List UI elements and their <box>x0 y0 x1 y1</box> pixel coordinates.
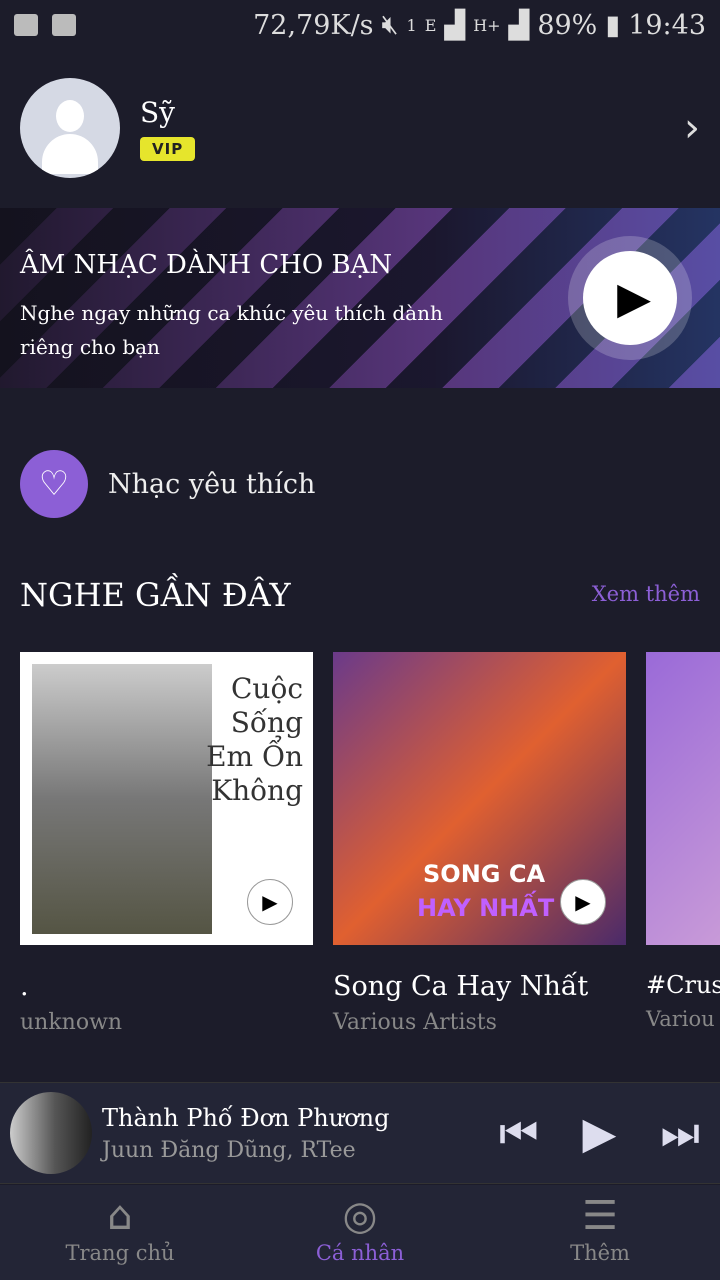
nav-label: Cá nhân <box>315 1241 405 1265</box>
play-icon[interactable]: ▶ <box>583 1108 617 1159</box>
status-bar: 72,79K/s 🔇︎ 1 E ▟ H+ ▟ 89% ▮ 19:43 <box>0 0 720 50</box>
now-playing-art <box>10 1092 92 1174</box>
recent-card[interactable]: #Crus Variou <box>646 652 720 1031</box>
nav-label: Trang chủ <box>65 1241 175 1265</box>
chevron-right-icon[interactable]: › <box>684 105 700 151</box>
for-you-banner[interactable]: ÂM NHẠC DÀNH CHO BẠN Nghe ngay những ca … <box>0 208 720 388</box>
bottom-nav: ⌂ Trang chủ ◎ Cá nhân ☰ Thêm <box>0 1185 720 1280</box>
card-artist: Variou <box>646 1007 715 1031</box>
nav-home[interactable]: ⌂ Trang chủ <box>0 1185 240 1280</box>
network-speed: 72,79K/s <box>253 9 374 41</box>
card-artist: unknown <box>20 1010 123 1035</box>
clock: 19:43 <box>628 9 706 41</box>
signal-icon: ▟ <box>444 9 466 41</box>
heart-icon: ♡ <box>20 450 88 518</box>
user-circle-icon: ◎ <box>342 1193 378 1239</box>
now-playing-title: Thành Phố Đơn Phương <box>102 1103 390 1132</box>
previous-icon[interactable]: ⏮ <box>499 1108 539 1159</box>
next-icon[interactable]: ⏭ <box>660 1108 700 1159</box>
sim-indicator: 1 <box>406 15 417 35</box>
banner-title: ÂM NHẠC DÀNH CHO BẠN <box>20 250 393 280</box>
recent-card[interactable]: SONG CA HAY NHẤT ▶ Song Ca Hay Nhất Vari… <box>333 652 626 1035</box>
profile-name: Sỹ <box>140 95 175 129</box>
banner-play-button[interactable]: ▶ <box>568 236 692 360</box>
avatar[interactable] <box>20 78 120 178</box>
recent-card[interactable]: Cuộc Sống Em Ổn Không ▶ . unknown <box>20 652 313 1035</box>
mute-icon: 🔇︎ <box>381 9 399 40</box>
vip-badge: VIP <box>140 136 196 161</box>
nav-more[interactable]: ☰ Thêm <box>480 1185 720 1280</box>
album-art: SONG CA HAY NHẤT ▶ <box>333 652 626 945</box>
album-art <box>646 652 720 945</box>
card-title: Song Ca Hay Nhất <box>333 971 589 1002</box>
card-play-button[interactable]: ▶ <box>247 879 293 925</box>
banner-subtitle: Nghe ngay những ca khúc yêu thích dành r… <box>20 301 443 359</box>
battery-level: 89% <box>537 9 598 41</box>
mini-player[interactable]: Thành Phố Đơn Phương Juun Đăng Dũng, RTe… <box>0 1082 720 1184</box>
card-play-button[interactable]: ▶ <box>560 879 606 925</box>
album-art-text-2: HAY NHẤT <box>417 894 555 922</box>
card-artist: Various Artists <box>333 1010 497 1035</box>
album-art: Cuộc Sống Em Ổn Không ▶ <box>20 652 313 945</box>
see-more-link[interactable]: Xem thêm <box>592 582 700 606</box>
network-type: E <box>424 15 437 35</box>
app-icon <box>52 14 76 36</box>
now-playing-artist: Juun Đăng Dũng, RTee <box>102 1137 356 1163</box>
signal-icon-2: ▟ <box>508 9 530 41</box>
profile-row[interactable]: Sỹ VIP › <box>20 78 700 178</box>
favorites-item[interactable]: ♡ Nhạc yêu thích <box>20 450 315 518</box>
album-art-text: Cuộc Sống Em Ổn Không <box>206 672 303 807</box>
battery-icon: ▮ <box>605 9 621 41</box>
album-art-text: SONG CA <box>423 860 546 888</box>
network-type-2: H+ <box>473 15 501 35</box>
favorites-label: Nhạc yêu thích <box>108 468 316 500</box>
card-title: . <box>20 971 29 1002</box>
message-icon <box>14 14 38 36</box>
card-title: #Crus <box>646 971 720 999</box>
home-icon: ⌂ <box>107 1193 133 1239</box>
nav-label: Thêm <box>570 1241 630 1265</box>
menu-icon: ☰ <box>582 1193 618 1239</box>
nav-personal[interactable]: ◎ Cá nhân <box>240 1185 480 1280</box>
play-icon: ▶ <box>583 251 677 345</box>
section-title: NGHE GẦN ĐÂY <box>20 576 291 614</box>
